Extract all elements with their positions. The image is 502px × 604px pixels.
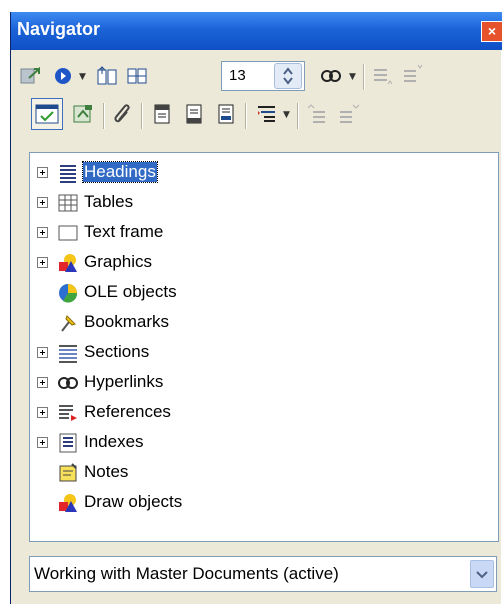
tree-item-label[interactable]: Tables: [83, 192, 134, 212]
drag-mode-dropdown-icon[interactable]: ▼: [349, 72, 356, 82]
heading-levels-icon: [258, 106, 275, 122]
expand-icon[interactable]: [37, 257, 48, 268]
spinner-arrows[interactable]: [274, 63, 302, 89]
demote-level-icon: [404, 64, 423, 82]
document-select-value[interactable]: Working with Master Documents (active): [34, 564, 339, 584]
footer-icon: [186, 104, 202, 124]
tree-item-label[interactable]: Notes: [83, 462, 129, 482]
promote-level-button[interactable]: [371, 64, 395, 88]
close-icon: ×: [487, 23, 497, 39]
expand-icon[interactable]: [37, 167, 48, 178]
tree-item-label[interactable]: Indexes: [83, 432, 145, 452]
expand-icon[interactable]: [37, 197, 48, 208]
tree-item-headings[interactable]: Headings: [30, 159, 490, 187]
anchor-icon: [218, 104, 234, 124]
indexes-icon: [57, 432, 79, 454]
insert-button[interactable]: [111, 102, 135, 126]
heading-levels-button[interactable]: [255, 102, 279, 126]
tree-item-bookmarks[interactable]: Bookmarks: [30, 309, 490, 337]
toolbar-separator: [103, 103, 105, 129]
previous-button[interactable]: [95, 64, 119, 88]
heading-levels-dropdown-icon[interactable]: ▼: [283, 110, 290, 120]
text-frame-icon: [57, 222, 79, 244]
tree-item-indexes[interactable]: Indexes: [30, 429, 490, 457]
hyperlinks-icon: [57, 372, 79, 394]
tree-item-hyperlinks[interactable]: Hyperlinks: [30, 369, 490, 397]
spinner-value[interactable]: 13: [229, 67, 246, 84]
draw-objects-icon: [57, 492, 79, 514]
header-button[interactable]: [151, 102, 175, 126]
previous-icon: [97, 66, 117, 85]
promote-chapter-button[interactable]: [305, 102, 329, 126]
set-reminder-icon: [73, 105, 92, 123]
tables-icon: [57, 192, 79, 214]
content-view-toggle-icon: [35, 104, 59, 124]
drag-mode-icon: [321, 70, 341, 82]
navigator-window: Navigator × ▼ 13 ▼ ▼ Headings Tables Tex…: [10, 12, 502, 604]
expand-icon[interactable]: [37, 407, 48, 418]
demote-chapter-icon: [340, 104, 360, 123]
references-icon: [57, 402, 79, 424]
tree-item-draw-objects[interactable]: Draw objects: [30, 489, 490, 517]
tree-item-tables[interactable]: Tables: [30, 189, 490, 217]
expand-icon[interactable]: [37, 437, 48, 448]
paperclip-icon: [114, 104, 130, 123]
bookmarks-icon: [57, 312, 79, 334]
window-title: Navigator: [17, 19, 101, 39]
sections-icon: [57, 342, 79, 364]
graphics-icon: [57, 252, 79, 274]
expand-icon[interactable]: [37, 227, 48, 238]
tree-item-references[interactable]: References: [30, 399, 490, 427]
ole-objects-icon: [57, 282, 79, 304]
tree-item-label[interactable]: Sections: [83, 342, 150, 362]
drag-mode-button[interactable]: [319, 64, 343, 88]
tree-item-text-frame[interactable]: Text frame: [30, 219, 490, 247]
navigation-icon: [20, 66, 40, 84]
expand-icon[interactable]: [37, 347, 48, 358]
toolbar-separator: [297, 103, 299, 129]
navigation-button[interactable]: [19, 64, 43, 88]
tree-item-label[interactable]: Bookmarks: [83, 312, 170, 332]
toolbar-separator: [245, 103, 247, 129]
heading-level-spinner[interactable]: 13: [221, 61, 305, 91]
header-icon: [154, 104, 170, 124]
title-bar[interactable]: Navigator ×: [11, 12, 502, 50]
footer-button[interactable]: [183, 102, 207, 126]
demote-chapter-button[interactable]: [337, 102, 361, 126]
dropdown-arrow-icon[interactable]: ▼: [79, 72, 86, 82]
expand-icon[interactable]: [37, 377, 48, 388]
tree-item-notes[interactable]: Notes: [30, 459, 490, 487]
tree-item-label[interactable]: Headings: [82, 161, 158, 183]
tree-item-label[interactable]: Text frame: [83, 222, 164, 242]
tree-item-graphics[interactable]: Graphics: [30, 249, 490, 277]
tree-item-label[interactable]: Graphics: [83, 252, 153, 272]
promote-level-icon: [374, 69, 393, 85]
toolbar-separator: [141, 103, 143, 129]
tree-item-sections[interactable]: Sections: [30, 339, 490, 367]
previous-object-icon: [55, 68, 71, 84]
tree-item-label[interactable]: OLE objects: [83, 282, 178, 302]
tree-item-label[interactable]: Hyperlinks: [83, 372, 164, 392]
set-reminder-button[interactable]: [71, 102, 95, 126]
document-select[interactable]: Working with Master Documents (active): [29, 556, 497, 592]
previous-object-button[interactable]: [51, 64, 75, 88]
demote-level-button[interactable]: [401, 62, 425, 86]
toolbar-separator: [363, 64, 365, 90]
tree-item-label[interactable]: Draw objects: [83, 492, 183, 512]
tree-item-label[interactable]: References: [83, 402, 172, 422]
content-view-toggle[interactable]: [31, 98, 63, 130]
next-button[interactable]: [125, 64, 149, 88]
spinner-up-down-icon: [283, 67, 293, 85]
tree-item-ole-objects[interactable]: OLE objects: [30, 279, 490, 307]
headings-icon: [57, 162, 79, 184]
promote-chapter-icon: [307, 104, 325, 123]
close-button[interactable]: ×: [481, 21, 502, 42]
chevron-down-icon: [476, 571, 488, 579]
navigator-content-tree[interactable]: Headings Tables Text frame Graphics OLE …: [29, 152, 499, 542]
next-icon: [127, 68, 147, 84]
notes-icon: [57, 462, 79, 484]
document-select-dropdown-button[interactable]: [470, 560, 494, 588]
anchor-button[interactable]: [215, 102, 239, 126]
